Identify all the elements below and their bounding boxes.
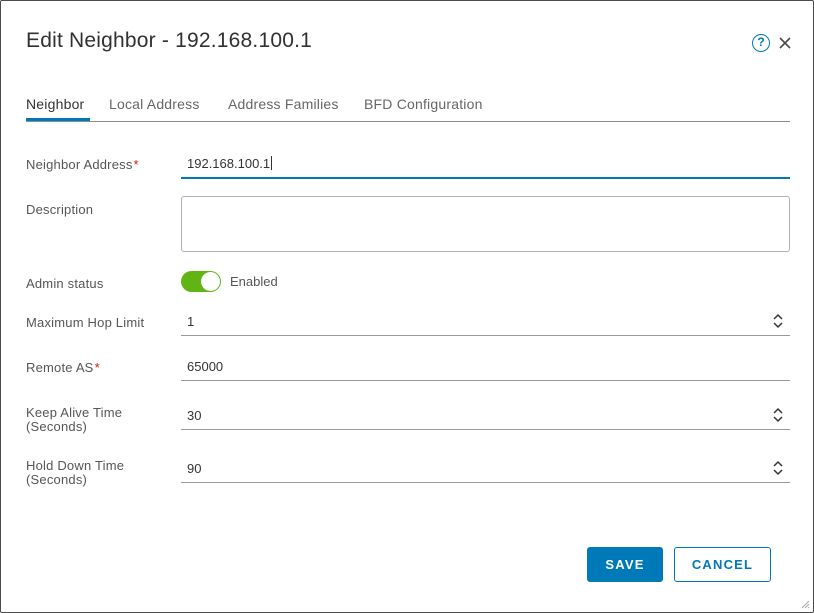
admin-status-toggle[interactable] xyxy=(181,271,221,292)
up-down-chevron-icon xyxy=(773,407,783,423)
remote-as-input[interactable]: 65000 xyxy=(181,356,790,381)
tab-neighbor[interactable]: Neighbor xyxy=(26,96,84,112)
active-tab-indicator xyxy=(26,118,90,121)
text-cursor xyxy=(271,156,273,170)
up-down-chevron-icon xyxy=(773,460,783,476)
required-marker: * xyxy=(133,157,139,172)
admin-status-toggle-text: Enabled xyxy=(230,274,278,289)
up-down-chevron-icon xyxy=(773,313,783,329)
hold-down-label: Hold Down Time (Seconds) xyxy=(26,458,125,487)
keep-alive-select[interactable]: 30 xyxy=(181,405,790,430)
close-icon[interactable] xyxy=(776,34,794,52)
keep-alive-label: Keep Alive Time (Seconds) xyxy=(26,405,123,434)
tab-bar: Neighbor Local Address Address Families … xyxy=(26,93,790,122)
description-label: Description xyxy=(26,202,94,217)
resize-grip-icon[interactable] xyxy=(800,599,810,609)
max-hop-limit-select[interactable]: 1 xyxy=(181,311,790,336)
save-button[interactable]: SAVE xyxy=(587,547,663,582)
tab-bfd-configuration[interactable]: BFD Configuration xyxy=(364,96,483,112)
toggle-knob xyxy=(201,272,220,291)
keep-alive-value: 30 xyxy=(187,408,202,423)
dialog-title: Edit Neighbor - 192.168.100.1 xyxy=(26,29,312,52)
max-hop-limit-label: Maximum Hop Limit xyxy=(26,315,145,330)
tab-address-families[interactable]: Address Families xyxy=(228,96,339,112)
cancel-button[interactable]: CANCEL xyxy=(674,547,771,582)
tab-local-address[interactable]: Local Address xyxy=(109,96,200,112)
neighbor-address-label: Neighbor Address* xyxy=(26,157,139,172)
hold-down-select[interactable]: 90 xyxy=(181,458,790,483)
hold-down-value: 90 xyxy=(187,461,202,476)
neighbor-address-input[interactable]: 192.168.100.1 xyxy=(181,153,790,179)
required-marker: * xyxy=(94,360,100,375)
help-icon[interactable]: ? xyxy=(752,34,770,52)
remote-as-value: 65000 xyxy=(187,359,224,374)
admin-status-label: Admin status xyxy=(26,276,104,291)
max-hop-limit-value: 1 xyxy=(187,314,195,329)
edit-neighbor-dialog: Edit Neighbor - 192.168.100.1 ? Neighbor… xyxy=(0,0,814,613)
remote-as-label: Remote AS* xyxy=(26,360,100,375)
description-textarea[interactable] xyxy=(181,196,790,252)
neighbor-address-value: 192.168.100.1 xyxy=(187,156,273,171)
